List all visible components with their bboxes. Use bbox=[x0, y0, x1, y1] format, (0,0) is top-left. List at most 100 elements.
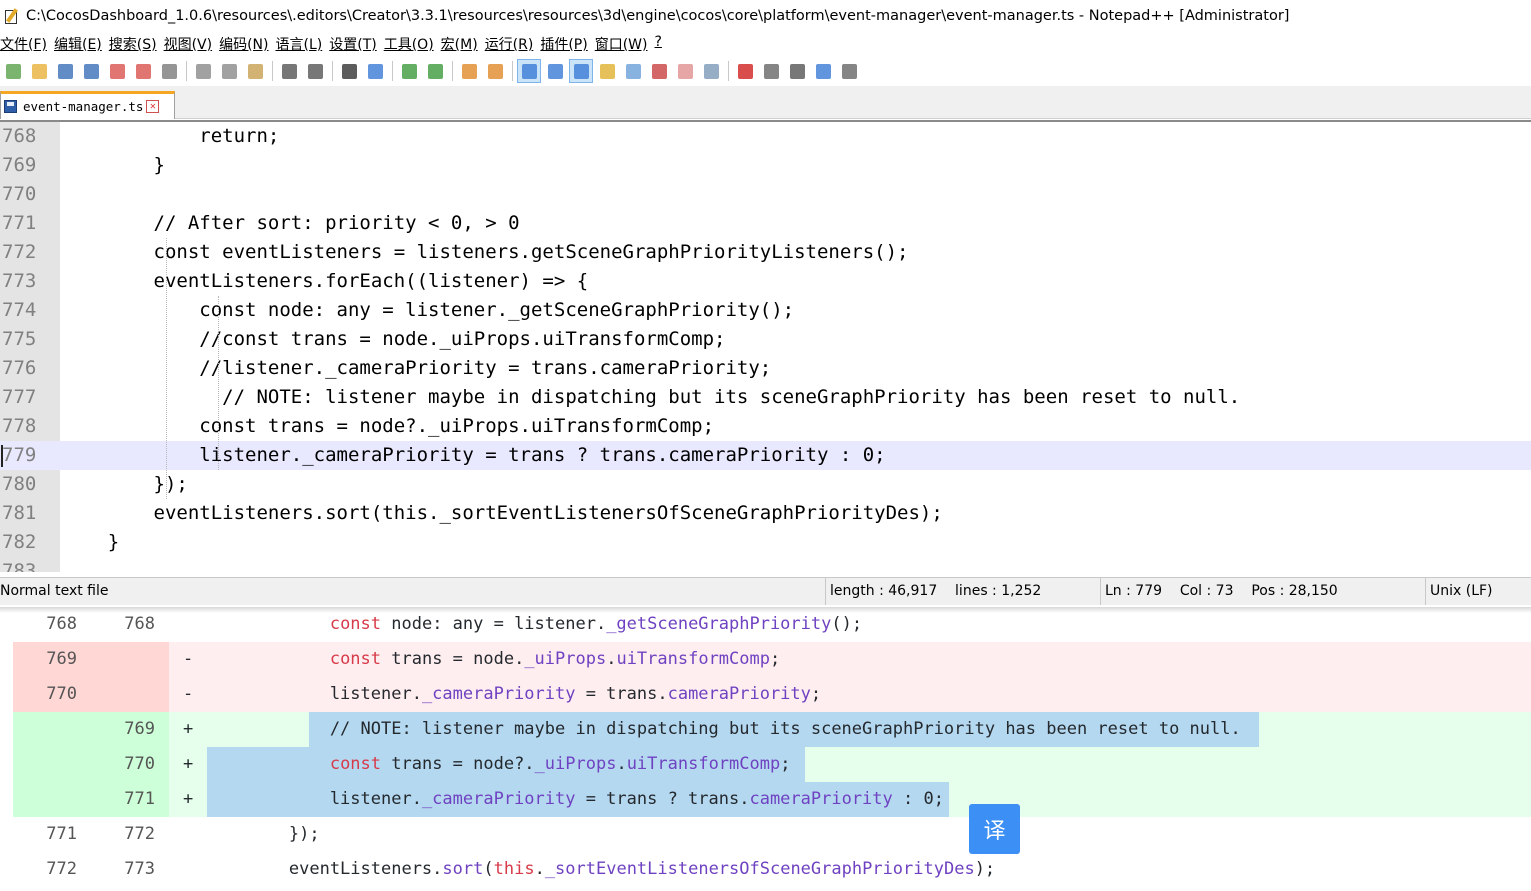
menu-item-6[interactable]: 设置(T) bbox=[329, 34, 383, 56]
menu-item-10[interactable]: 插件(P) bbox=[540, 34, 594, 56]
open-file-icon[interactable] bbox=[28, 60, 50, 82]
sync-horizontal-icon[interactable] bbox=[484, 60, 506, 82]
cut-icon[interactable] bbox=[192, 60, 214, 82]
zoom-in-icon[interactable] bbox=[398, 60, 420, 82]
tab-close-icon[interactable]: ✕ bbox=[146, 100, 160, 113]
indent-guide bbox=[218, 296, 219, 470]
close-all-icon[interactable] bbox=[132, 60, 154, 82]
user-language-icon-glyph bbox=[599, 63, 615, 79]
copy-icon-glyph bbox=[221, 63, 237, 79]
code-editor[interactable]: 768 return; 769 } 770 771 // After sort: pr… bbox=[0, 120, 1531, 572]
code-text: // After sort: priority < 0, > 0 bbox=[62, 212, 520, 234]
editor-line[interactable]: 770 bbox=[0, 180, 1531, 209]
menu-item-8[interactable]: 宏(M) bbox=[441, 34, 485, 56]
user-language-icon[interactable] bbox=[596, 60, 618, 82]
redo-icon[interactable] bbox=[304, 60, 326, 82]
editor-line[interactable]: 774 const node: any = listener._getScene… bbox=[0, 296, 1531, 325]
document-map-icon[interactable] bbox=[622, 60, 644, 82]
new-line-number: 771 bbox=[91, 782, 169, 817]
editor-line[interactable]: 772 const eventListeners = listeners.get… bbox=[0, 238, 1531, 267]
indent-guide-icon[interactable] bbox=[569, 59, 593, 83]
close-all-icon-glyph bbox=[135, 63, 151, 79]
diff-view: 768 768 const node: any = listener._getSc… bbox=[0, 607, 1531, 891]
tab-event-manager-ts[interactable]: event-manager.ts ✕ bbox=[0, 91, 175, 119]
diff-added-line: 771 + listener._cameraPriority = trans ? … bbox=[13, 782, 1531, 817]
editor-line[interactable]: 780 }); bbox=[0, 470, 1531, 499]
editor-line[interactable]: 783 bbox=[0, 557, 1531, 572]
editor-line[interactable]: 775 //const trans = node._uiProps.uiTran… bbox=[0, 325, 1531, 354]
diff-context-line: 768 768 const node: any = listener._getSc… bbox=[13, 607, 1531, 642]
menu-item-0[interactable]: 文件(F) bbox=[0, 34, 54, 56]
menu-item-12[interactable]: ? bbox=[655, 34, 669, 56]
status-eol[interactable]: Unix (LF) bbox=[1425, 578, 1531, 605]
editor-line[interactable]: 781 eventListeners.sort(this._sortEventL… bbox=[0, 499, 1531, 528]
record-macro-icon[interactable] bbox=[734, 60, 756, 82]
new-line-number bbox=[91, 642, 169, 677]
editor-line[interactable]: 777 // NOTE: listener maybe in dispatchi… bbox=[0, 383, 1531, 412]
monitoring-icon-glyph bbox=[703, 63, 719, 79]
diff-sign: + bbox=[183, 754, 194, 774]
editor-line[interactable]: 773 eventListeners.forEach((listener) =>… bbox=[0, 267, 1531, 296]
copy-icon[interactable] bbox=[218, 60, 240, 82]
menu-item-9[interactable]: 运行(R) bbox=[485, 34, 541, 56]
save-icon-glyph bbox=[57, 63, 73, 79]
menu-item-2[interactable]: 搜索(S) bbox=[109, 34, 164, 56]
toolbar-separator bbox=[512, 61, 513, 81]
menu-item-3[interactable]: 视图(V) bbox=[164, 34, 220, 56]
find-icon[interactable] bbox=[338, 60, 360, 82]
print-icon[interactable] bbox=[158, 60, 180, 82]
sync-vertical-icon[interactable] bbox=[458, 60, 480, 82]
editor-line[interactable]: 778 const trans = node?._uiProps.uiTrans… bbox=[0, 412, 1531, 441]
menu-item-7[interactable]: 工具(O) bbox=[384, 34, 441, 56]
run-macro-multiple-icon[interactable] bbox=[812, 60, 834, 82]
menu-item-1[interactable]: 编辑(E) bbox=[54, 34, 109, 56]
playback-icon-glyph bbox=[789, 63, 805, 79]
editor-line[interactable]: 779 listener._cameraPriority = trans ? t… bbox=[0, 441, 1531, 470]
stop-recording-icon[interactable] bbox=[760, 60, 782, 82]
save-all-icon[interactable] bbox=[80, 60, 102, 82]
new-file-icon[interactable] bbox=[2, 60, 24, 82]
monitoring-icon[interactable] bbox=[700, 60, 722, 82]
print-icon-glyph bbox=[161, 63, 177, 79]
new-line-number: 768 bbox=[124, 614, 155, 634]
editor-line[interactable]: 771 // After sort: priority < 0, > 0 bbox=[0, 209, 1531, 238]
close-icon-glyph bbox=[109, 63, 125, 79]
diff-sign: + bbox=[183, 789, 194, 809]
undo-icon[interactable] bbox=[278, 60, 300, 82]
status-ln: Ln : 779 bbox=[1105, 583, 1163, 599]
function-list-icon[interactable] bbox=[648, 60, 670, 82]
status-length: length : 46,917 bbox=[830, 583, 938, 599]
editor-line[interactable]: 782 } bbox=[0, 528, 1531, 557]
save-icon[interactable] bbox=[54, 60, 76, 82]
editor-line[interactable]: 768 return; bbox=[0, 122, 1531, 151]
menu-item-4[interactable]: 编码(N) bbox=[219, 34, 275, 56]
status-lines: lines : 1,252 bbox=[955, 583, 1042, 599]
word-wrap-icon[interactable] bbox=[517, 59, 541, 83]
diff-code: // NOTE: listener maybe in dispatching b… bbox=[207, 719, 1241, 739]
toolbar-separator bbox=[332, 61, 333, 81]
toolbar-separator bbox=[272, 61, 273, 81]
folder-workspace-icon[interactable] bbox=[674, 60, 696, 82]
menu-item-5[interactable]: 语言(L) bbox=[276, 34, 330, 56]
close-icon[interactable] bbox=[106, 60, 128, 82]
diff-code: listener._cameraPriority = trans ? trans… bbox=[207, 789, 944, 809]
tab-label: event-manager.ts bbox=[23, 99, 144, 114]
menu-item-11[interactable]: 窗口(W) bbox=[595, 34, 655, 56]
code-text: const eventListeners = listeners.getScen… bbox=[62, 241, 909, 263]
editor-line[interactable]: 776 //listener._cameraPriority = trans.c… bbox=[0, 354, 1531, 383]
save-macro-icon[interactable] bbox=[838, 60, 860, 82]
open-file-icon-glyph bbox=[31, 63, 47, 79]
tab-bar: event-manager.ts ✕ bbox=[0, 86, 1531, 119]
toolbar-separator bbox=[452, 61, 453, 81]
zoom-out-icon[interactable] bbox=[424, 60, 446, 82]
title-bar: C:\CocosDashboard_1.0.6\resources\.edito… bbox=[0, 0, 1531, 32]
editor-line[interactable]: 769 } bbox=[0, 151, 1531, 180]
paste-icon[interactable] bbox=[244, 60, 266, 82]
translate-button[interactable]: 译 bbox=[969, 804, 1020, 854]
zoom-in-icon-glyph bbox=[401, 63, 417, 79]
line-number: 768 bbox=[2, 125, 37, 147]
show-all-chars-icon[interactable] bbox=[544, 60, 566, 82]
replace-icon[interactable] bbox=[364, 60, 386, 82]
paste-icon-glyph bbox=[247, 63, 263, 79]
playback-icon[interactable] bbox=[786, 60, 808, 82]
